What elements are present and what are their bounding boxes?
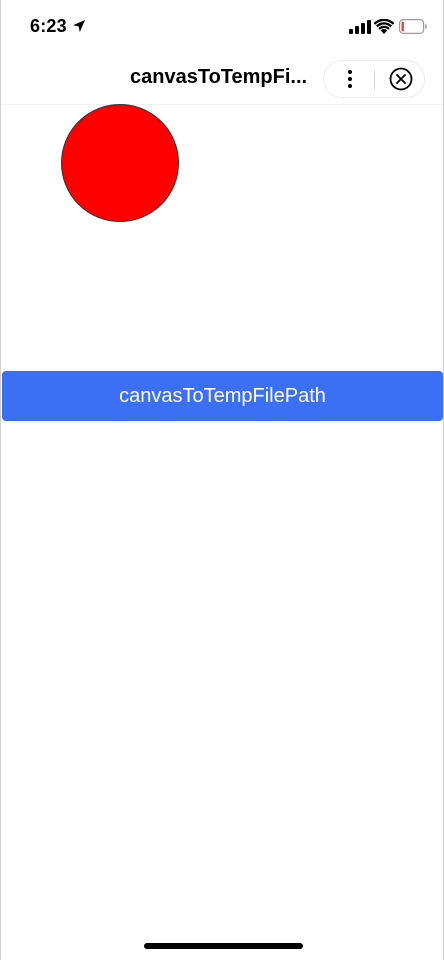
battery-icon [399, 19, 427, 34]
page-title: canvasToTempFi... [130, 66, 308, 88]
red-circle [61, 104, 179, 222]
capsule-divider [374, 70, 375, 90]
more-button[interactable] [324, 61, 374, 97]
canvas-area [1, 104, 443, 370]
status-time: 6:23 [30, 16, 67, 36]
menu-capsule [323, 60, 425, 98]
home-indicator [144, 943, 303, 949]
canvas-to-temp-file-path-button[interactable]: canvasToTempFilePath [2, 371, 443, 421]
close-button[interactable] [376, 61, 424, 97]
canvas-drawing [61, 104, 179, 222]
location-arrow-icon [73, 20, 85, 32]
close-circle-icon [389, 67, 413, 91]
cellular-signal-icon [349, 20, 371, 34]
status-bar: 6:23 [1, 0, 443, 54]
app-screen: 6:23 canvasToTempFi... canvasToTempFileP… [0, 0, 444, 960]
wifi-icon [374, 19, 394, 34]
navigation-bar: canvasToTempFi... [1, 54, 443, 105]
